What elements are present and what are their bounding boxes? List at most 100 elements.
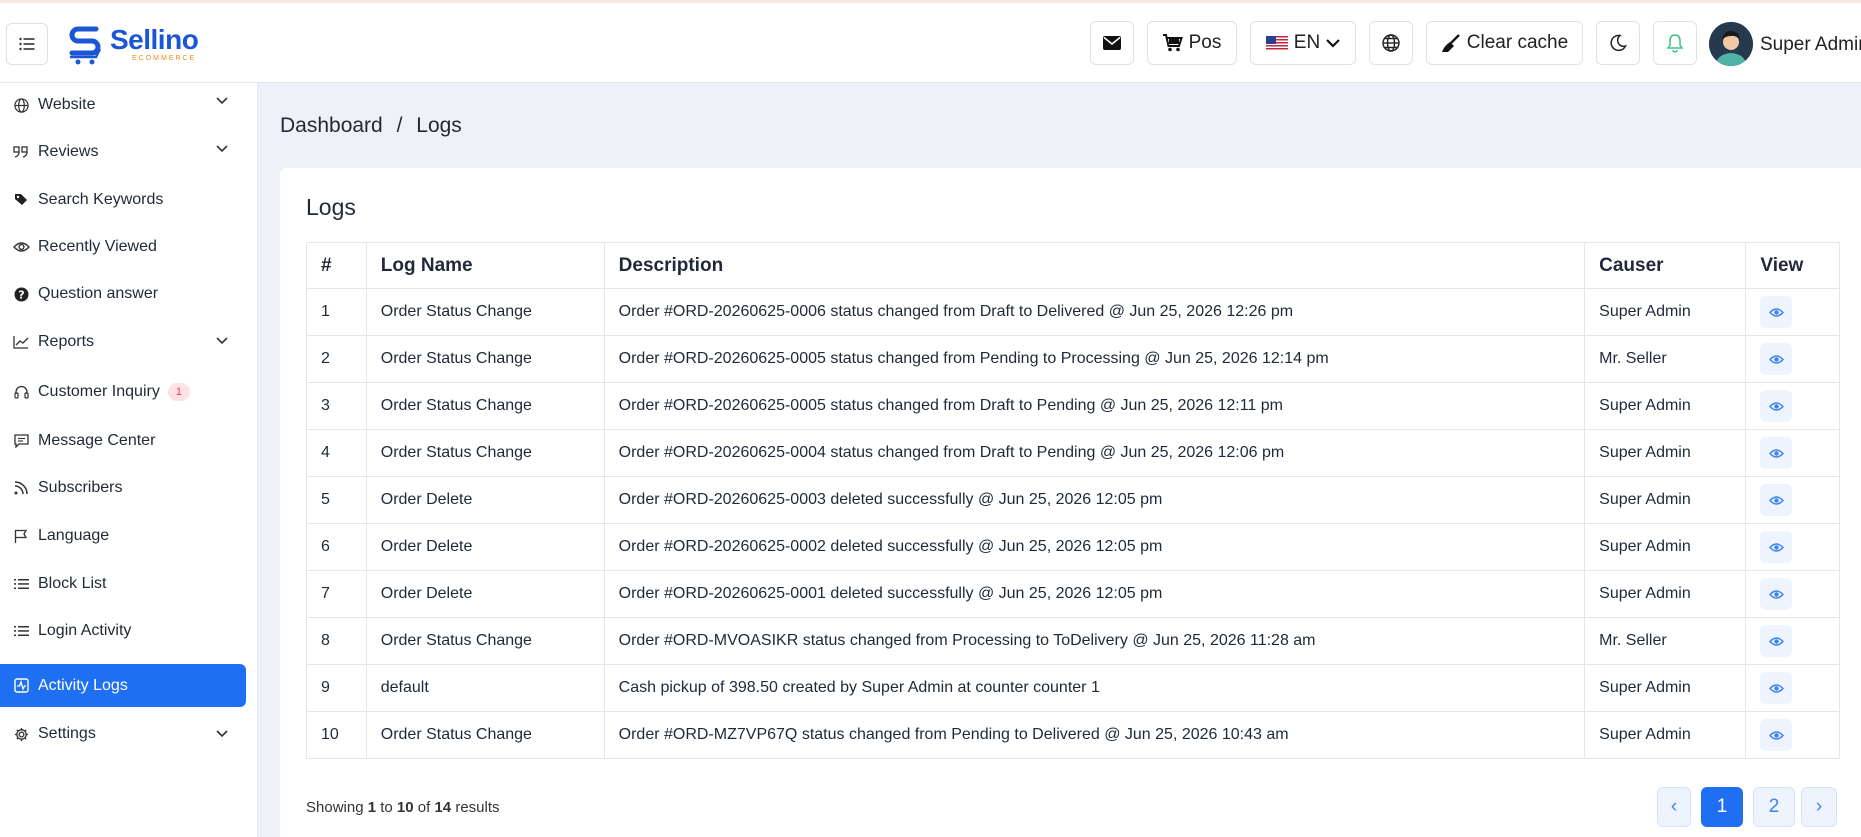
sidebar-item-login-activity[interactable]: Login Activity xyxy=(0,607,246,655)
globe-icon xyxy=(1382,34,1400,52)
showing-to: 10 xyxy=(396,799,414,816)
user-name[interactable]: Super Admin xyxy=(1760,34,1861,56)
row-causer: Super Admin xyxy=(1584,382,1747,430)
row-view-cell xyxy=(1745,570,1840,618)
row-log-name: Order Status Change xyxy=(365,335,605,383)
view-button[interactable] xyxy=(1760,672,1793,704)
breadcrumb-dashboard[interactable]: Dashboard xyxy=(280,114,383,137)
sidebar: Website Reviews Search Keywords Recently… xyxy=(0,83,258,837)
brand-name: Sellino xyxy=(110,23,199,55)
tags-icon xyxy=(12,191,30,209)
question-circle-icon: ? xyxy=(12,285,30,303)
sidebar-item-website[interactable]: Website xyxy=(0,83,246,127)
row-log-name: default xyxy=(365,664,605,712)
row-number: 5 xyxy=(306,476,367,524)
table-row: 4 Order Status Change Order #ORD-20260625-… xyxy=(306,429,1840,477)
website-link-button[interactable] xyxy=(1369,21,1413,65)
showing-suffix: results xyxy=(455,799,500,816)
sidebar-item-label: Reviews xyxy=(38,143,99,160)
chevron-down-icon xyxy=(216,145,228,153)
row-number: 9 xyxy=(306,664,367,712)
sidebar-item-message-center[interactable]: Message Center xyxy=(0,417,246,465)
sidebar-item-customer-inquiry[interactable]: Customer Inquiry 1 xyxy=(0,367,246,417)
pagination-page-1[interactable]: 1 xyxy=(1701,787,1743,827)
view-button[interactable] xyxy=(1760,719,1793,751)
chevron-down-icon xyxy=(1326,38,1340,48)
pos-button[interactable]: Pos xyxy=(1147,21,1237,65)
sidebar-item-reports[interactable]: Reports xyxy=(0,317,246,367)
language-label: EN xyxy=(1293,32,1321,53)
quote-icon xyxy=(12,143,30,161)
column-header-view: View xyxy=(1745,242,1840,289)
row-view-cell xyxy=(1745,664,1840,712)
dark-mode-toggle[interactable] xyxy=(1596,21,1640,65)
column-header-number: # xyxy=(306,242,367,289)
sidebar-item-search-keywords[interactable]: Search Keywords xyxy=(0,177,246,223)
table-row: 9 default Cash pickup of 398.50 created by… xyxy=(306,664,1840,712)
row-description: Order #ORD-20260625-0001 deleted success… xyxy=(603,570,1586,618)
pagination-prev-button[interactable]: ‹ xyxy=(1657,787,1691,827)
sidebar-item-activity-logs[interactable]: Activity Logs xyxy=(0,664,246,707)
view-button[interactable] xyxy=(1760,343,1793,375)
view-button[interactable] xyxy=(1760,437,1793,469)
sidebar-item-recently-viewed[interactable]: Recently Viewed xyxy=(0,223,246,271)
user-avatar[interactable] xyxy=(1709,22,1753,66)
chevron-down-icon xyxy=(216,337,228,345)
row-description: Order #ORD-20260625-0004 status changed … xyxy=(603,429,1586,477)
sidebar-item-question-answer[interactable]: ? Question answer xyxy=(0,271,246,317)
row-log-name: Order Status Change xyxy=(365,288,605,336)
sidebar-item-label: Reports xyxy=(38,333,95,350)
sidebar-item-block-list[interactable]: Block List xyxy=(0,561,246,607)
showing-prefix: Showing xyxy=(306,799,364,816)
row-causer: Super Admin xyxy=(1584,711,1747,759)
sidebar-item-label: Language xyxy=(38,527,110,544)
table-row: 10 Order Status Change Order #ORD-MZ7VP67Q… xyxy=(306,711,1840,759)
view-button[interactable] xyxy=(1760,531,1793,563)
view-button[interactable] xyxy=(1760,390,1793,422)
clear-cache-button[interactable]: Clear cache xyxy=(1426,21,1583,65)
row-log-name: Order Delete xyxy=(365,523,605,571)
row-number: 6 xyxy=(306,523,367,571)
pagination-summary: Showing 1 to 10 of 14 results xyxy=(306,799,500,816)
chevron-down-icon xyxy=(216,730,228,738)
row-view-cell xyxy=(1745,288,1840,336)
column-header-causer: Causer xyxy=(1584,242,1747,289)
breadcrumb-current: Logs xyxy=(416,114,462,137)
row-log-name: Order Status Change xyxy=(365,617,605,665)
pagination-next-button[interactable]: › xyxy=(1801,787,1837,827)
page-title: Logs xyxy=(306,194,356,220)
view-button[interactable] xyxy=(1760,296,1793,328)
cart-icon xyxy=(1162,34,1183,52)
showing-to-word: to xyxy=(380,799,393,816)
eye-icon xyxy=(1768,730,1784,740)
eye-icon xyxy=(1768,495,1784,505)
pagination-page-2[interactable]: 2 xyxy=(1753,787,1795,827)
view-button[interactable] xyxy=(1760,484,1793,516)
menu-toggle-button[interactable] xyxy=(6,23,48,65)
row-causer: Super Admin xyxy=(1584,476,1747,524)
view-button[interactable] xyxy=(1760,625,1793,657)
messages-button[interactable] xyxy=(1090,21,1134,65)
sidebar-item-reviews[interactable]: Reviews xyxy=(0,127,246,177)
showing-from: 1 xyxy=(367,799,377,816)
column-header-log-name: Log Name xyxy=(365,242,605,289)
row-log-name: Order Delete xyxy=(365,476,605,524)
inquiry-count-badge: 1 xyxy=(167,383,190,401)
sidebar-item-label: Search Keywords xyxy=(38,191,164,208)
list-icon xyxy=(19,37,35,51)
eye-icon xyxy=(1768,401,1784,411)
sidebar-item-language[interactable]: Language xyxy=(0,511,246,561)
sidebar-item-settings[interactable]: Settings xyxy=(0,711,246,757)
table-row: 5 Order Delete Order #ORD-20260625-0003 de… xyxy=(306,476,1840,524)
sidebar-item-subscribers[interactable]: Subscribers xyxy=(0,465,246,511)
sidebar-item-label: Website xyxy=(38,96,96,113)
view-button[interactable] xyxy=(1760,578,1793,610)
sidebar-item-label: Question answer xyxy=(38,285,159,302)
row-number: 8 xyxy=(306,617,367,665)
notifications-button[interactable] xyxy=(1653,21,1697,65)
brand-logo[interactable]: Sellino ECOMMERCE xyxy=(66,21,199,67)
line-chart-icon xyxy=(12,333,30,351)
language-dropdown[interactable]: EN xyxy=(1250,21,1356,65)
row-causer: Super Admin xyxy=(1584,523,1747,571)
row-description: Order #ORD-20260625-0005 status changed … xyxy=(603,335,1586,383)
